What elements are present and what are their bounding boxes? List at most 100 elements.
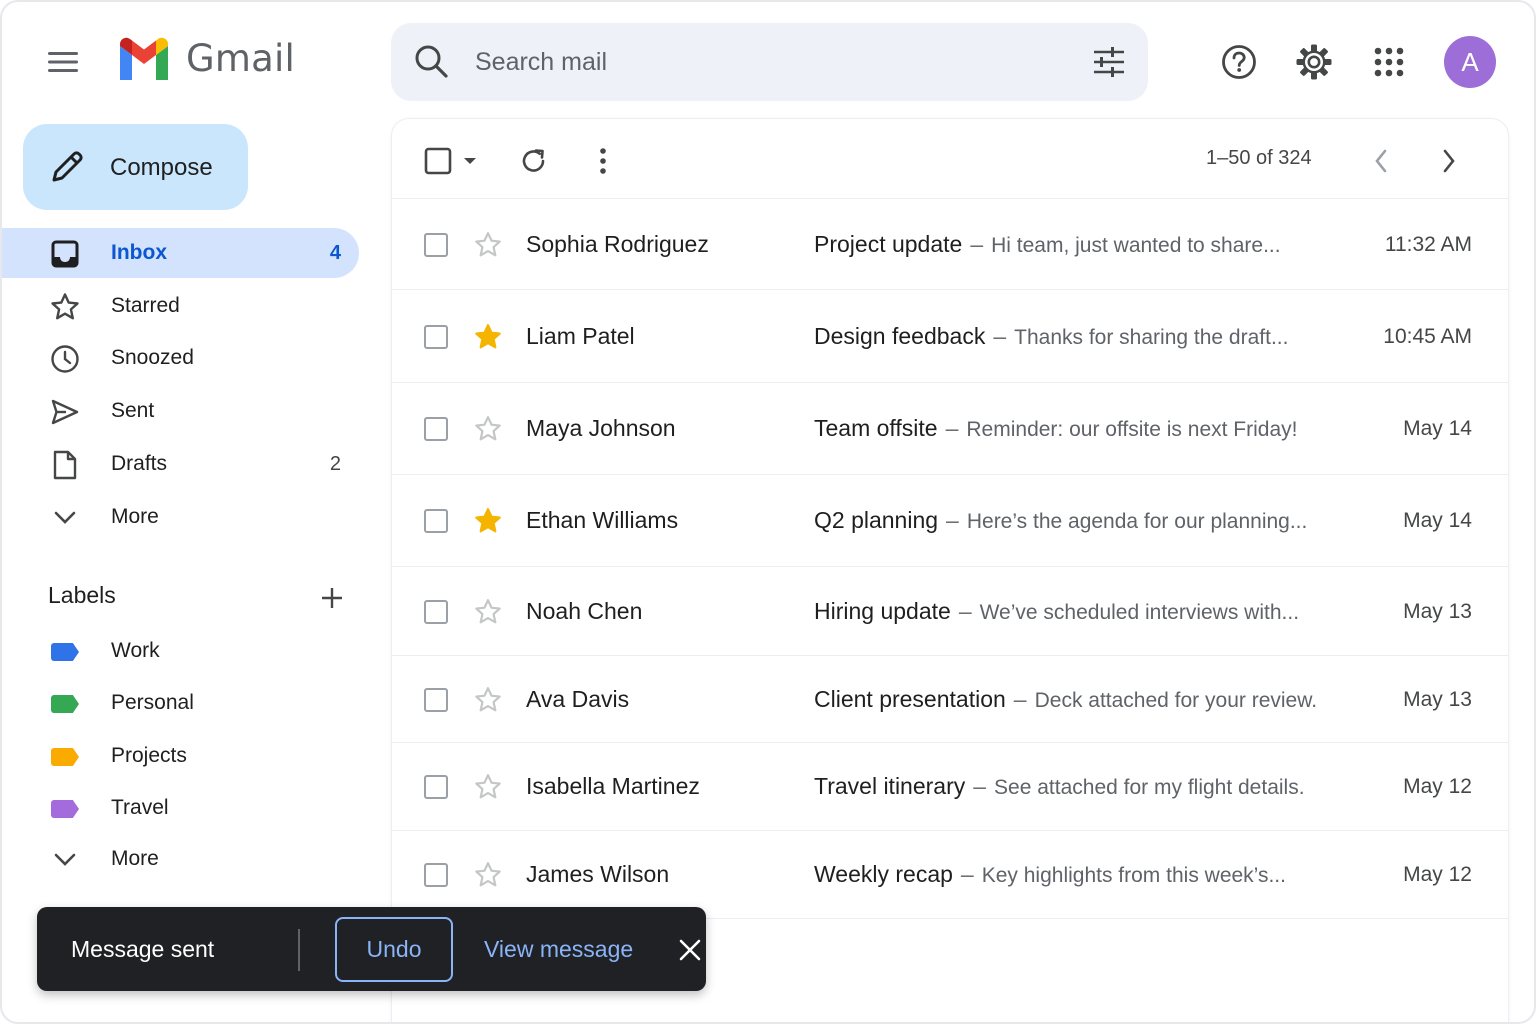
tune-icon — [1094, 47, 1124, 77]
email-content: Travel itinerary – See attached for my fli… — [814, 773, 1305, 800]
email-checkbox[interactable] — [424, 687, 448, 712]
sidebar-item-sent[interactable]: Sent — [2, 386, 359, 436]
sidebar-item-label: Sent — [111, 399, 155, 422]
star-icon[interactable] — [474, 773, 502, 801]
email-time: May 12 — [1403, 775, 1472, 798]
older-page-button[interactable] — [1432, 141, 1466, 181]
star-icon[interactable] — [474, 598, 502, 626]
email-checkbox[interactable] — [424, 324, 448, 349]
sidebar-item-starred[interactable]: Starred — [2, 281, 359, 331]
email-checkbox[interactable] — [424, 417, 448, 441]
sidebar-item-more[interactable]: More — [2, 492, 359, 542]
email-row[interactable]: Sophia Rodriguez Project update – Hi team, … — [392, 199, 1508, 290]
google-apps-button[interactable] — [1363, 36, 1415, 88]
sidebar-item-label: Starred — [111, 294, 180, 317]
compose-button[interactable]: Compose — [23, 124, 248, 210]
star-filled-icon[interactable] — [474, 507, 502, 535]
chevron-right-icon — [1443, 149, 1455, 173]
star-icon[interactable] — [474, 861, 502, 889]
sidebar-label-personal[interactable]: Personal — [2, 678, 359, 728]
account-avatar[interactable]: A — [1444, 36, 1496, 88]
email-subject: Project update — [814, 230, 963, 257]
refresh-button[interactable] — [514, 141, 554, 181]
email-snippet: See attached for my flight details. — [994, 776, 1305, 799]
unread-count: 4 — [329, 241, 341, 264]
email-checkbox[interactable] — [424, 232, 448, 257]
compose-label: Compose — [110, 154, 213, 181]
dismiss-snackbar-button[interactable] — [673, 933, 707, 967]
sidebar-label-projects[interactable]: Projects — [2, 731, 359, 781]
email-content: Team offsite – Reminder: our offsite is ne… — [814, 415, 1297, 442]
clock-icon — [48, 342, 82, 376]
email-checkbox[interactable] — [424, 509, 448, 533]
email-row[interactable]: Maya Johnson Team offsite – Reminder: our o… — [392, 383, 1508, 475]
search-icon — [415, 45, 448, 78]
more-vert-icon — [600, 148, 606, 174]
email-snippet: Thanks for sharing the draft... — [1014, 325, 1289, 349]
gmail-logo-link[interactable]: Gmail — [116, 36, 295, 80]
email-content: Project update – Hi team, just wanted to s… — [814, 231, 1281, 258]
email-row[interactable]: Isabella Martinez Travel itinerary – See at… — [392, 743, 1508, 831]
email-content: Client presentation – Deck attached for yo… — [814, 686, 1317, 713]
email-checkbox[interactable] — [424, 863, 448, 887]
email-checkbox[interactable] — [424, 775, 448, 799]
select-all-checkbox[interactable] — [420, 143, 456, 179]
email-subject: Team offsite — [814, 415, 938, 441]
menu-icon — [48, 52, 78, 72]
select-options-dropdown[interactable] — [458, 149, 482, 173]
snippet-separator: – — [970, 230, 984, 257]
more-actions-button[interactable] — [588, 141, 618, 181]
snackbar: Message sent Undo View message — [37, 907, 706, 991]
label-tag-icon — [48, 635, 82, 669]
star-icon[interactable] — [474, 231, 502, 259]
label-name: Projects — [111, 744, 187, 767]
message-list-panel: 1–50 of 324 Sophia Rodriguez Project upda… — [391, 118, 1509, 1022]
star-icon — [48, 290, 82, 324]
email-snippet: Deck attached for your review. — [1034, 688, 1318, 712]
email-content: Weekly recap – Key highlights from this we… — [814, 861, 1286, 888]
help-icon — [1222, 45, 1256, 79]
email-sender: Liam Patel — [526, 322, 635, 349]
plus-icon — [322, 588, 342, 608]
star-icon[interactable] — [474, 686, 502, 714]
email-row[interactable]: James Wilson Weekly recap – Key highlights … — [392, 831, 1508, 919]
newer-page-button[interactable] — [1364, 141, 1398, 181]
search-options-button[interactable] — [1092, 45, 1126, 84]
caret-down-icon — [464, 158, 476, 164]
sidebar-label-work[interactable]: Work — [2, 626, 359, 676]
email-row[interactable]: Noah Chen Hiring update – We’ve scheduled i… — [392, 567, 1508, 656]
sidebar-label-travel[interactable]: Travel — [2, 783, 359, 833]
sidebar-item-snoozed[interactable]: Snoozed — [2, 333, 359, 383]
main-menu-button[interactable] — [38, 40, 88, 84]
star-icon[interactable] — [474, 415, 502, 443]
email-snippet: Hi team, just wanted to share... — [991, 233, 1281, 257]
search-button[interactable] — [413, 43, 451, 86]
snackbar-divider — [298, 929, 300, 971]
email-snippet: Key highlights from this week’s... — [981, 864, 1286, 887]
undo-button[interactable]: Undo — [335, 917, 453, 982]
email-time: 10:45 AM — [1383, 324, 1472, 348]
email-row[interactable]: Liam Patel Design feedback – Thanks for sha… — [392, 290, 1508, 383]
sidebar-item-label: More — [111, 847, 159, 870]
create-label-button[interactable] — [314, 580, 350, 616]
star-filled-icon[interactable] — [474, 323, 502, 351]
draft-icon — [48, 448, 82, 482]
help-button[interactable] — [1213, 36, 1265, 88]
email-row[interactable]: Ava Davis Client presentation – Deck attach… — [392, 656, 1508, 743]
snippet-separator: – — [973, 773, 987, 799]
email-row[interactable]: Ethan Williams Q2 planning – Here’s the age… — [392, 475, 1508, 567]
sidebar-labels-more[interactable]: More — [2, 834, 359, 884]
snippet-separator: – — [1013, 685, 1027, 712]
email-snippet: We’ve scheduled interviews with... — [979, 600, 1300, 624]
settings-button[interactable] — [1288, 36, 1340, 88]
view-message-link[interactable]: View message — [484, 936, 633, 963]
snippet-separator: – — [946, 507, 959, 533]
sidebar-item-inbox[interactable]: Inbox 4 — [2, 228, 359, 278]
search-input[interactable] — [475, 42, 1055, 82]
email-time: May 14 — [1403, 417, 1472, 440]
email-content: Design feedback – Thanks for sharing the d… — [814, 323, 1288, 350]
snippet-separator: – — [945, 415, 959, 441]
email-checkbox[interactable] — [424, 599, 448, 624]
email-time: May 13 — [1403, 687, 1472, 711]
sidebar-item-drafts[interactable]: Drafts 2 — [2, 439, 359, 489]
